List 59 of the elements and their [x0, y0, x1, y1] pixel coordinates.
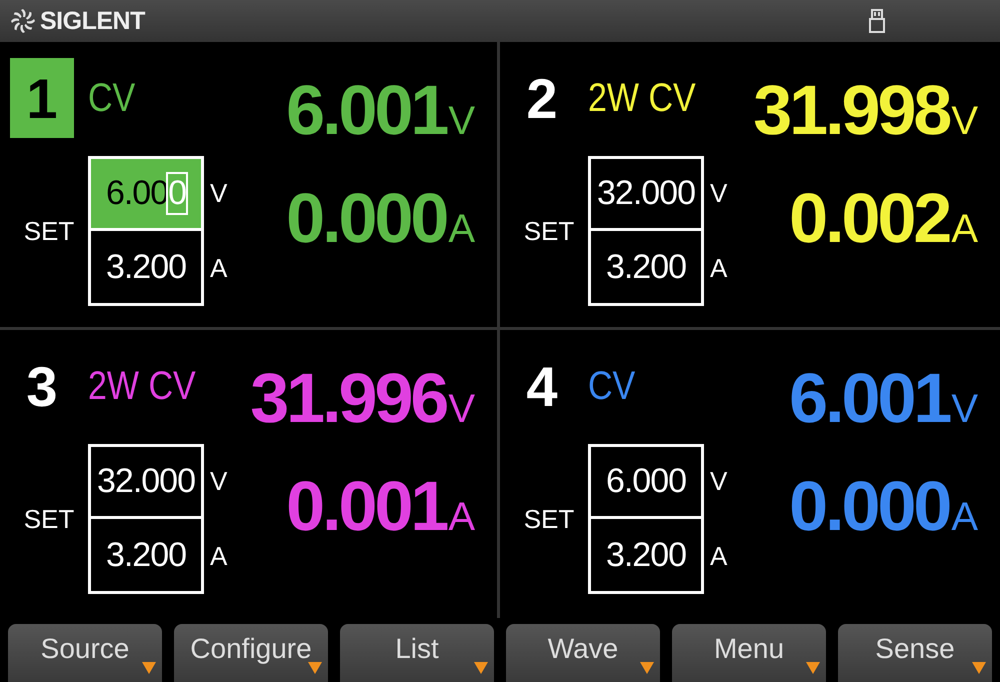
softkey-button[interactable]: List: [340, 624, 494, 682]
unit-label: A: [709, 252, 728, 285]
unit-label: V: [209, 177, 228, 210]
unit-label: V: [709, 177, 728, 210]
unit-label: A: [209, 252, 228, 285]
channel-number[interactable]: 3: [10, 346, 74, 426]
dropdown-triangle-icon: [640, 662, 654, 674]
unit-label: V: [951, 387, 978, 432]
dropdown-triangle-icon: [806, 662, 820, 674]
unit-label: A: [709, 540, 728, 573]
unit-label: V: [951, 99, 978, 144]
mode-label: CV: [88, 76, 136, 120]
set-label: SET: [22, 216, 76, 246]
softkey-button[interactable]: Menu: [672, 624, 826, 682]
softkey-button[interactable]: Configure: [174, 624, 328, 682]
setpoint-field[interactable]: 3.200: [591, 231, 701, 303]
voltage-reading: 31.998: [753, 70, 950, 150]
softkey-button[interactable]: Sense: [838, 624, 992, 682]
unit-label: A: [951, 495, 978, 540]
unit-label: A: [448, 495, 475, 540]
setpoint-field[interactable]: 3.200: [91, 231, 201, 303]
voltage-reading: 6.001: [789, 358, 950, 438]
mode-label: 2W CV: [588, 76, 696, 120]
unit-label: V: [709, 465, 728, 498]
current-reading: 0.000: [286, 178, 446, 258]
current-reading: 0.001: [286, 466, 446, 546]
unit-label: V: [448, 99, 475, 144]
current-reading: 0.002: [789, 178, 950, 258]
set-label: SET: [522, 504, 576, 534]
brand-logo: SIGLENT: [40, 6, 145, 36]
unit-label: A: [951, 207, 978, 252]
logo-swirl-icon: [10, 8, 36, 34]
setpoint-field[interactable]: 6.000: [591, 447, 701, 519]
channel-number[interactable]: 1: [10, 58, 74, 138]
setpoint-field[interactable]: 3.200: [91, 519, 201, 591]
channel-number[interactable]: 4: [510, 346, 574, 426]
set-label: SET: [22, 504, 76, 534]
setpoint-field[interactable]: 3.200: [591, 519, 701, 591]
unit-label: A: [209, 540, 228, 573]
mode-label: 2W CV: [88, 364, 196, 408]
usb-icon: [869, 9, 885, 33]
unit-label: V: [448, 387, 475, 432]
current-reading: 0.000: [789, 466, 950, 546]
set-label: SET: [522, 216, 576, 246]
dropdown-triangle-icon: [142, 662, 156, 674]
setpoint-field[interactable]: 32.000: [591, 159, 701, 231]
dropdown-triangle-icon: [474, 662, 488, 674]
voltage-reading: 31.996: [250, 358, 446, 438]
dropdown-triangle-icon: [972, 662, 986, 674]
unit-label: V: [209, 465, 228, 498]
channel-number[interactable]: 2: [510, 58, 574, 138]
softkey-button[interactable]: Source: [8, 624, 162, 682]
voltage-reading: 6.001: [286, 70, 446, 150]
setpoint-field[interactable]: 6.000: [91, 159, 201, 231]
dropdown-triangle-icon: [308, 662, 322, 674]
mode-label: CV: [588, 364, 636, 408]
unit-label: A: [448, 207, 475, 252]
setpoint-field[interactable]: 32.000: [91, 447, 201, 519]
softkey-button[interactable]: Wave: [506, 624, 660, 682]
